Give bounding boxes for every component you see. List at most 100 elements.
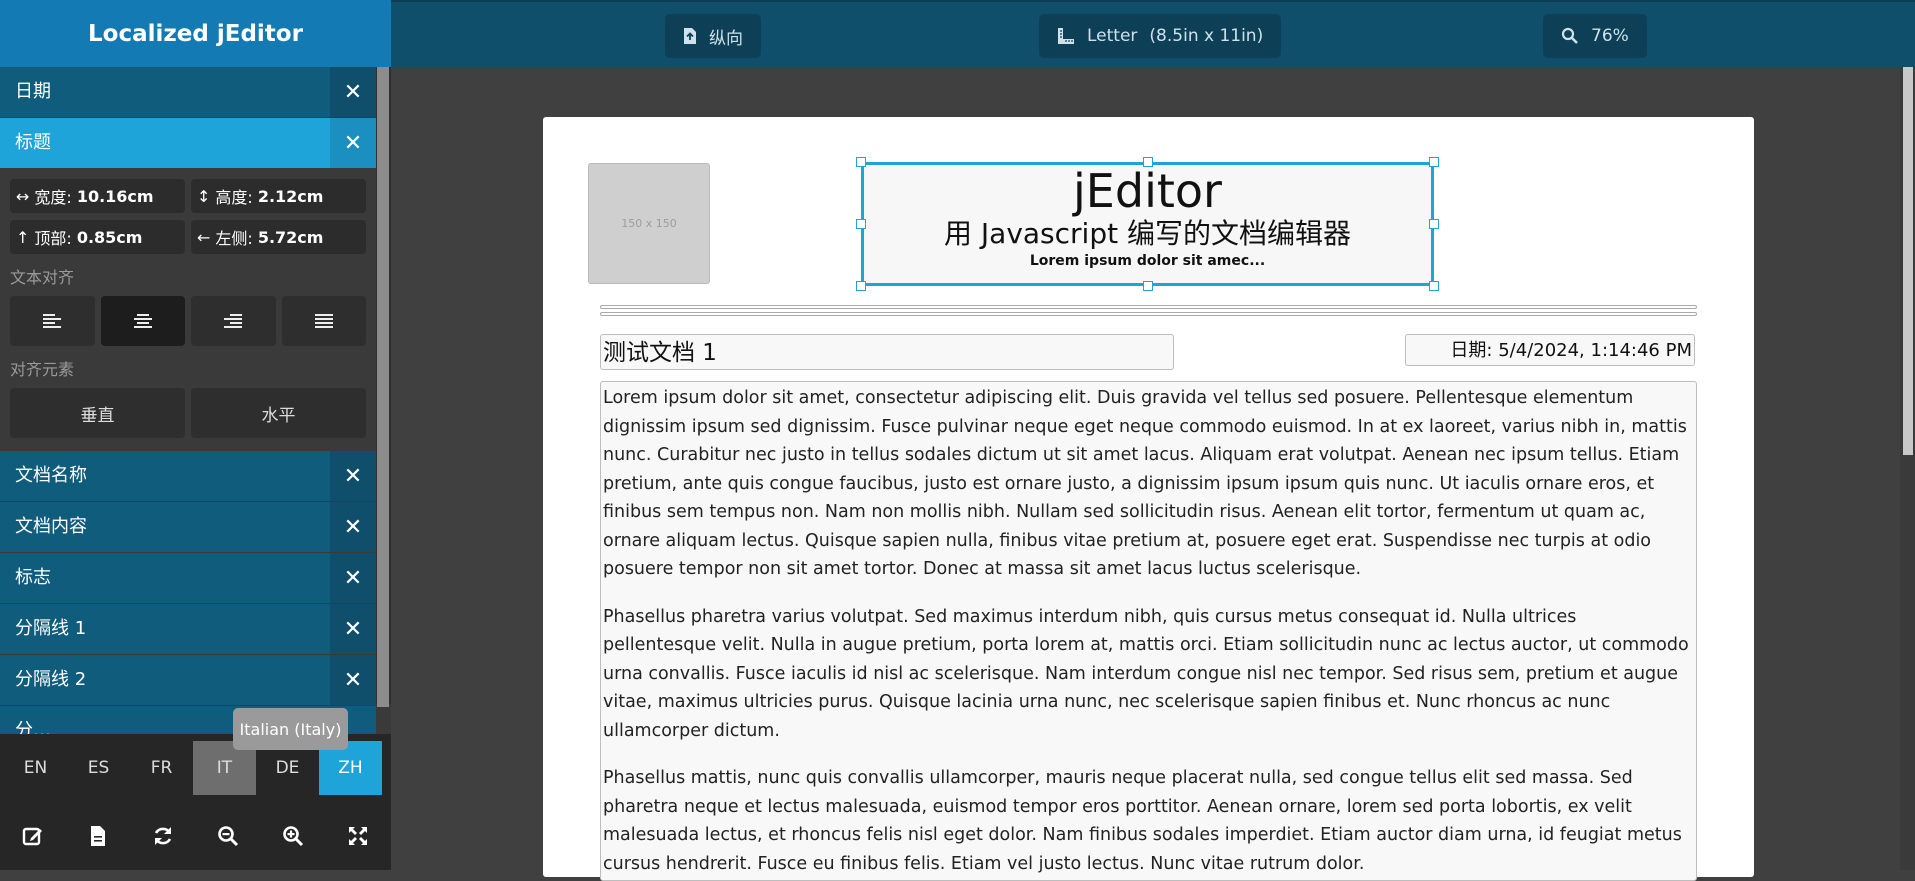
document-tagline: Lorem ipsum dolor sit amec... [1029, 253, 1266, 269]
width-value: 10.16cm [76, 186, 154, 206]
fullscreen-icon [348, 827, 367, 845]
align-right-icon [224, 313, 243, 329]
height-arrows-icon: ↕ [197, 186, 211, 206]
paper-size-button[interactable]: Letter (8.5in x 11in) [1039, 14, 1282, 58]
top-bar: 纵向 Letter (8.5in x 11in) 76% [391, 0, 1915, 67]
portrait-file-icon [684, 28, 696, 44]
sidebar-item-divider-1[interactable]: 分隔线 1 ✕ [0, 604, 376, 654]
title-properties: ↔ 宽度: 10.16cm ↕ 高度: 2.12cm ↑ 顶部: 0.85cm … [0, 169, 376, 438]
edit-button[interactable] [0, 806, 65, 866]
align-vertical-button[interactable]: 垂直 [10, 388, 185, 438]
sidebar-item-label: 文档名称 [15, 465, 87, 486]
divider-2[interactable] [600, 312, 1697, 316]
align-justify-button[interactable] [281, 296, 366, 346]
sidebar-item-label: 分隔线 2 [15, 669, 87, 690]
zoom-out-button[interactable] [195, 806, 260, 866]
align-left-button[interactable] [10, 296, 95, 346]
align-right-button[interactable] [191, 296, 276, 346]
close-icon[interactable]: ✕ [330, 67, 376, 117]
content-paragraph: Phasellus mattis, nunc quis convallis ul… [603, 768, 1682, 874]
resize-handle-w[interactable] [856, 219, 866, 229]
close-icon[interactable]: ✕ [330, 118, 376, 168]
close-icon[interactable]: ✕ [330, 655, 376, 705]
logo-placeholder[interactable]: 150 x 150 [588, 163, 710, 284]
document-subtitle: 用 Javascript 编写的文档编辑器 [944, 217, 1351, 250]
search-icon [1561, 27, 1578, 44]
zoom-in-button[interactable] [260, 806, 325, 866]
resize-handle-s[interactable] [1143, 281, 1153, 291]
top-value: 0.85cm [76, 227, 143, 247]
arrow-up-icon: ↑ [16, 227, 30, 247]
sidebar-item-document-name[interactable]: 文档名称 ✕ [0, 451, 376, 501]
new-document-icon [90, 826, 105, 846]
lang-es-button[interactable]: ES [67, 741, 130, 795]
left-value: 5.72cm [257, 227, 324, 247]
align-center-icon [133, 313, 152, 329]
text-align-heading: 文本对齐 [10, 268, 75, 287]
height-field[interactable]: ↕ 高度: 2.12cm [191, 179, 366, 213]
width-field[interactable]: ↔ 宽度: 10.16cm [10, 179, 185, 213]
sidebar-item-label: 分隔线 1 [15, 618, 87, 639]
sidebar-item-divider-2[interactable]: 分隔线 2 ✕ [0, 655, 376, 705]
zoom-button[interactable]: 76% [1543, 14, 1647, 58]
new-document-button[interactable] [65, 806, 130, 866]
refresh-icon [154, 827, 171, 845]
document-name-field[interactable]: 测试文档 1 [600, 334, 1174, 370]
document-page[interactable]: 150 x 150 jEditor 用 Javascript 编写的文档编辑器 … [543, 117, 1754, 881]
paper-dimensions: (8.5in x 11in) [1149, 26, 1264, 46]
sidebar: Localized jEditor 日期 ✕ 标题 ✕ ↔ 宽度: 10.16c… [0, 0, 391, 870]
element-panel: 日期 ✕ 标题 ✕ ↔ 宽度: 10.16cm ↕ 高度: 2.12cm ↑ 顶… [0, 67, 376, 734]
resize-handle-se[interactable] [1429, 281, 1439, 291]
resize-handle-n[interactable] [1143, 157, 1153, 167]
app-title: Localized jEditor [0, 0, 391, 67]
sidebar-item-label: 标志 [15, 567, 51, 588]
align-justify-icon [314, 313, 333, 329]
ruler-icon [1058, 28, 1074, 44]
refresh-button[interactable] [130, 806, 195, 866]
sidebar-item-title[interactable]: 标题 ✕ [0, 118, 376, 168]
resize-handle-ne[interactable] [1429, 157, 1439, 167]
close-icon[interactable]: ✕ [330, 502, 376, 552]
align-center-button[interactable] [100, 296, 185, 346]
left-field[interactable]: ← 左侧: 5.72cm [191, 220, 366, 254]
content-paragraph: Phasellus pharetra varius volutpat. Sed … [603, 606, 1689, 741]
orientation-button[interactable]: 纵向 [665, 14, 761, 58]
sidebar-item-date[interactable]: 日期 ✕ [0, 67, 376, 117]
edit-icon [22, 827, 42, 846]
close-icon[interactable]: ✕ [330, 604, 376, 654]
document-content[interactable]: Lorem ipsum dolor sit amet, consectetur … [600, 381, 1697, 881]
orientation-label: 纵向 [709, 28, 743, 49]
sidebar-scrollbar-thumb[interactable] [377, 67, 389, 707]
sidebar-item-logo[interactable]: 标志 ✕ [0, 553, 376, 603]
lang-en-button[interactable]: EN [4, 741, 67, 795]
fullscreen-button[interactable] [325, 806, 390, 866]
canvas-scrollbar-thumb[interactable] [1903, 67, 1913, 455]
top-label: 顶部: [34, 229, 72, 248]
top-field[interactable]: ↑ 顶部: 0.85cm [10, 220, 185, 254]
close-icon[interactable]: ✕ [330, 451, 376, 501]
sidebar-item-label: 分… [15, 720, 51, 734]
align-left-icon [43, 313, 62, 329]
left-label: 左侧: [215, 229, 253, 248]
sidebar-item-document-content[interactable]: 文档内容 ✕ [0, 502, 376, 552]
align-horizontal-button[interactable]: 水平 [191, 388, 366, 438]
resize-handle-nw[interactable] [856, 157, 866, 167]
language-tooltip: Italian (Italy) [233, 708, 348, 750]
close-icon[interactable]: ✕ [330, 553, 376, 603]
bottom-toolbar [0, 802, 391, 870]
lang-fr-button[interactable]: FR [130, 741, 193, 795]
document-title: jEditor [1073, 164, 1222, 218]
sidebar-item-label: 文档内容 [15, 516, 87, 537]
sidebar-item-label: 标题 [15, 132, 51, 153]
document-date-field[interactable]: 日期: 5/4/2024, 1:14:46 PM [1405, 334, 1695, 366]
arrow-left-icon: ← [197, 227, 211, 247]
zoom-level: 76% [1591, 26, 1629, 46]
resize-handle-e[interactable] [1429, 219, 1439, 229]
width-arrows-icon: ↔ [16, 186, 30, 206]
title-element[interactable]: jEditor 用 Javascript 编写的文档编辑器 Lorem ipsu… [861, 162, 1434, 286]
zoom-in-icon [282, 826, 303, 847]
height-label: 高度: [215, 188, 253, 207]
divider-1[interactable] [600, 305, 1697, 309]
resize-handle-sw[interactable] [856, 281, 866, 291]
width-label: 宽度: [34, 188, 72, 207]
